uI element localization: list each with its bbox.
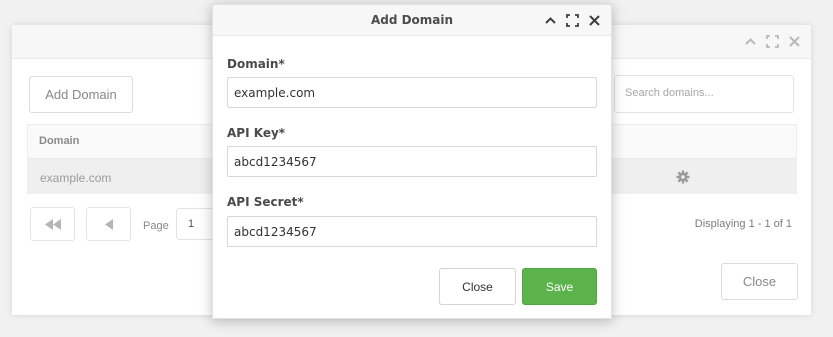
add-domain-dialog: Add Domain Domain* example.com API Key* …	[212, 4, 612, 319]
api-key-label: API Key*	[227, 126, 286, 140]
gear-icon[interactable]	[676, 170, 690, 184]
page-number-value: 1	[188, 218, 195, 230]
add-domain-button[interactable]: Add Domain	[29, 76, 133, 113]
page-number-input[interactable]: 1	[176, 208, 216, 240]
domain-field[interactable]: example.com	[227, 77, 597, 108]
maximize-icon[interactable]	[566, 14, 579, 27]
dialog-controls	[544, 14, 601, 27]
api-key-value: abcd1234567	[234, 155, 317, 169]
window-controls	[744, 35, 801, 48]
previous-page-button[interactable]	[86, 207, 131, 241]
api-key-field[interactable]: abcd1234567	[227, 146, 597, 177]
collapse-icon[interactable]	[544, 14, 557, 27]
column-header-domain: Domain	[39, 135, 80, 147]
api-secret-label: API Secret*	[227, 195, 304, 209]
double-arrow-left-icon	[44, 218, 61, 230]
maximize-icon[interactable]	[766, 35, 779, 48]
close-icon[interactable]	[588, 14, 601, 27]
domain-label: Domain*	[227, 57, 285, 71]
dialog-header: Add Domain	[213, 5, 611, 36]
collapse-icon[interactable]	[744, 35, 757, 48]
dialog-close-button[interactable]: Close	[439, 268, 516, 305]
save-button[interactable]: Save	[522, 268, 597, 305]
search-input[interactable]: Search domains...	[614, 75, 794, 113]
first-page-button[interactable]	[30, 207, 75, 241]
close-button[interactable]: Close	[721, 263, 798, 300]
search-placeholder: Search domains...	[625, 87, 714, 99]
displaying-count: Displaying 1 - 1 of 1	[694, 218, 792, 230]
page-label: Page	[143, 220, 169, 232]
arrow-left-icon	[104, 218, 113, 230]
close-icon[interactable]	[788, 35, 801, 48]
domain-value: example.com	[234, 86, 316, 100]
api-secret-value: abcd1234567	[234, 225, 317, 239]
api-secret-field[interactable]: abcd1234567	[227, 216, 597, 247]
cell-domain: example.com	[40, 171, 112, 185]
